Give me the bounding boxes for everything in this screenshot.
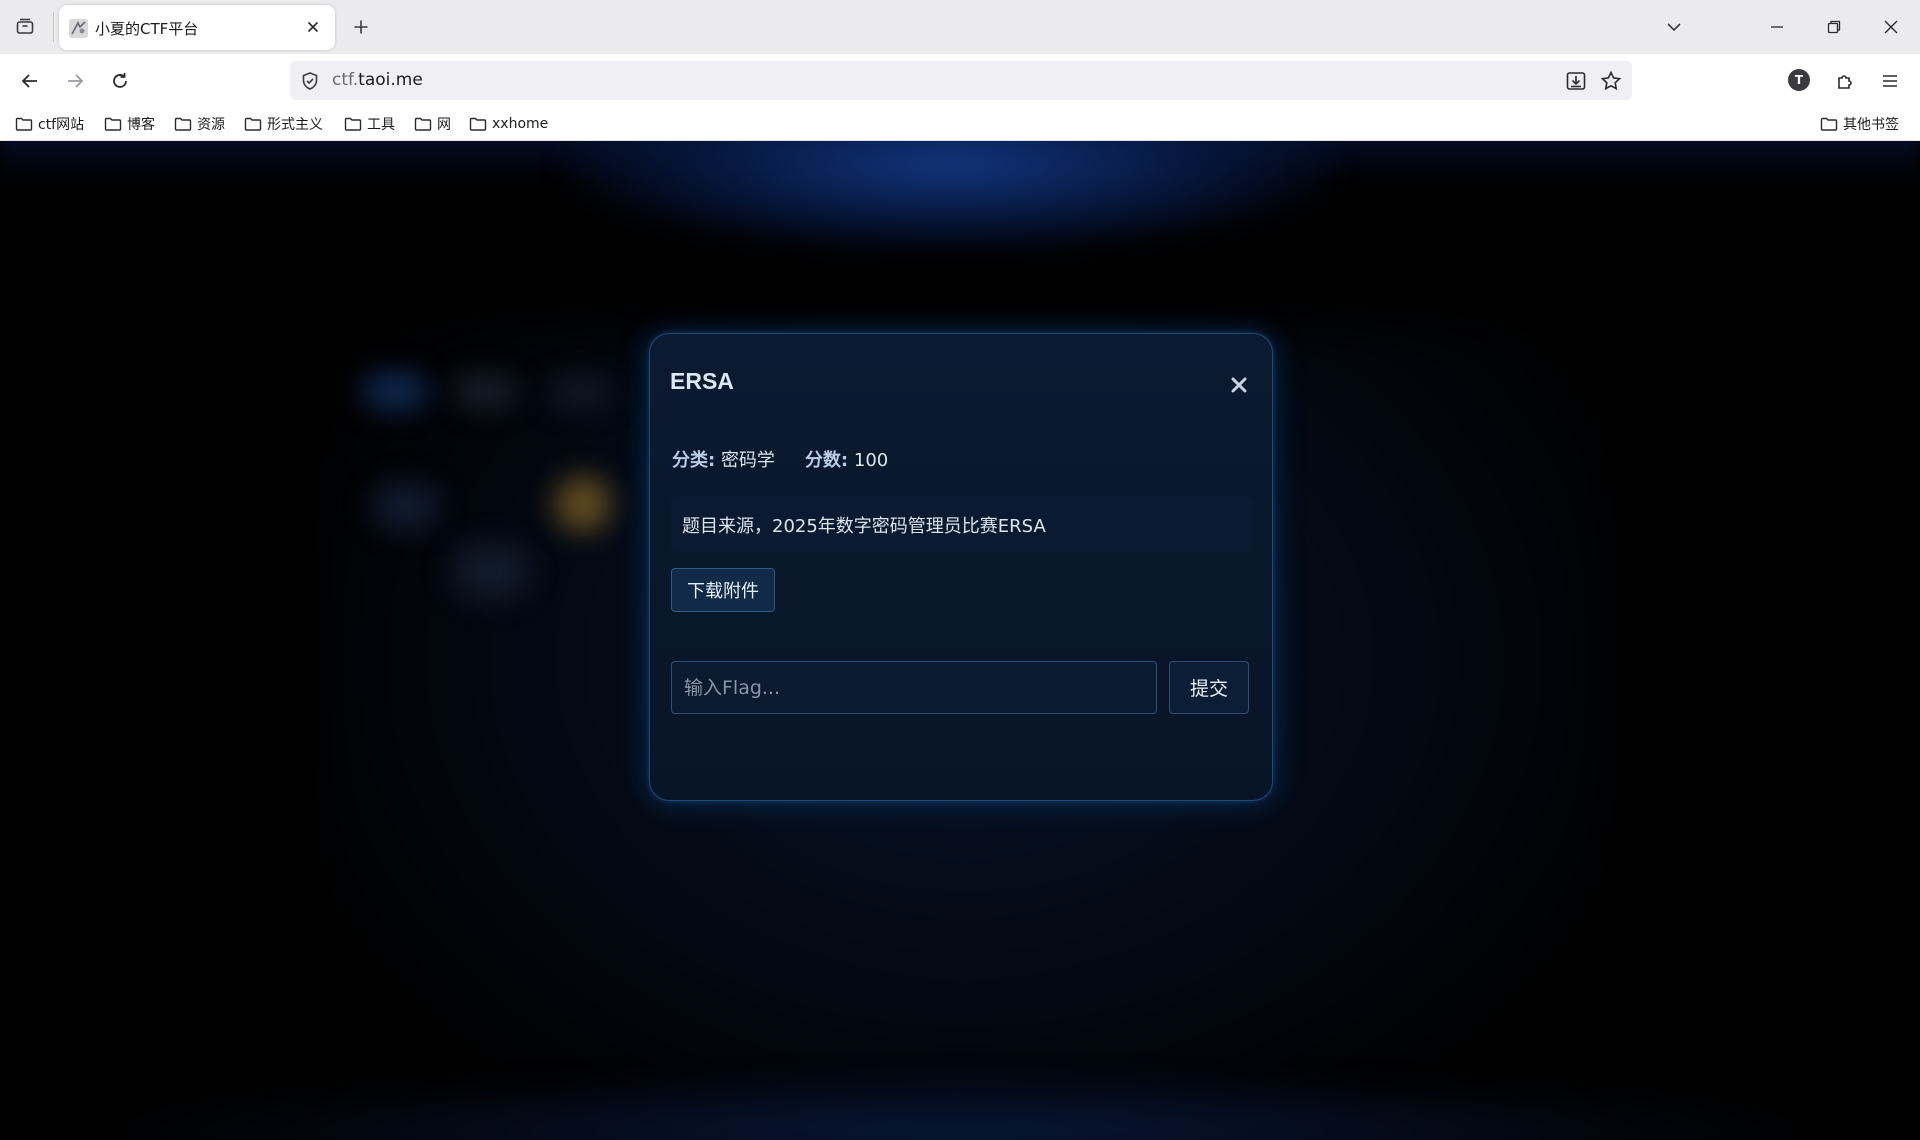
category-info: 分类: 密码学: [672, 446, 775, 472]
challenge-meta: 分类: 密码学 分数: 100: [672, 446, 888, 472]
url-text[interactable]: ctf.taoi.me: [332, 70, 423, 90]
bookmarks-toolbar: ctf网站 博客 资源 形式主义 工具 网 xxhome 其他书签: [0, 107, 1920, 141]
score-label: 分数:: [804, 450, 849, 471]
score-value: 100: [853, 450, 889, 471]
folder-icon: [1820, 117, 1838, 131]
bookmark-folder[interactable]: 网: [414, 114, 451, 134]
tab-list-icon[interactable]: [12, 14, 38, 40]
modal-close-icon[interactable]: [1226, 372, 1252, 398]
folder-icon: [244, 117, 262, 131]
bookmark-folder[interactable]: 资源: [174, 114, 225, 134]
folder-icon: [104, 117, 122, 131]
download-attachment-button[interactable]: 下载附件: [671, 568, 775, 612]
folder-icon: [15, 117, 33, 131]
category-label: 分类:: [672, 450, 716, 471]
bookmark-folder[interactable]: xxhome: [469, 114, 548, 134]
blurred-tab: [450, 373, 520, 409]
bookmark-folder[interactable]: 博客: [104, 114, 155, 134]
tab-title: 小夏的CTF平台: [95, 20, 199, 38]
account-avatar[interactable]: T: [1788, 69, 1810, 91]
extensions-puzzle-icon[interactable]: [1830, 66, 1860, 96]
blurred-card: [450, 541, 530, 601]
tab-bar: 小夏的CTF平台: [0, 0, 1920, 54]
blurred-card: [370, 481, 440, 531]
new-tab-icon[interactable]: [348, 14, 374, 40]
tab-overflow-chevron-down-icon[interactable]: [1659, 12, 1689, 42]
tab-separator: [53, 12, 54, 42]
site-favicon-icon: [69, 19, 88, 38]
forward-arrow-icon[interactable]: [60, 66, 90, 96]
bookmark-folder[interactable]: 工具: [344, 114, 395, 134]
address-bar[interactable]: ctf.taoi.me: [290, 61, 1632, 100]
minimize-icon[interactable]: [1762, 12, 1792, 42]
folder-icon: [344, 117, 362, 131]
bookmark-folder[interactable]: ctf网站: [15, 114, 84, 134]
navigation-toolbar: ctf.taoi.me T: [0, 54, 1920, 107]
folder-icon: [174, 117, 192, 131]
challenge-modal: ERSA 分类: 密码学 分数: 100 题目来源，2025年数字密码管理员比赛…: [649, 333, 1273, 801]
blurred-header-glow: [560, 141, 1340, 251]
reload-icon[interactable]: [105, 66, 135, 96]
other-bookmarks-folder[interactable]: 其他书签: [1820, 114, 1899, 134]
bookmark-star-icon[interactable]: [1599, 69, 1623, 93]
flag-input[interactable]: [671, 661, 1157, 714]
category-value: 密码学: [720, 450, 775, 471]
submit-flag-button[interactable]: 提交: [1169, 661, 1249, 714]
tab-active[interactable]: 小夏的CTF平台: [59, 5, 335, 50]
menu-hamburger-icon[interactable]: [1875, 66, 1905, 96]
challenge-description: 题目来源，2025年数字密码管理员比赛ERSA: [670, 497, 1252, 551]
blurred-badge: [555, 476, 611, 532]
tracking-shield-icon[interactable]: [298, 69, 322, 93]
window-close-icon[interactable]: [1876, 12, 1906, 42]
tab-close-icon[interactable]: [303, 17, 323, 37]
score-info: 分数: 100: [805, 446, 888, 472]
restore-icon[interactable]: [1819, 12, 1849, 42]
save-to-pocket-download-icon[interactable]: [1564, 69, 1588, 93]
back-arrow-icon[interactable]: [15, 66, 45, 96]
folder-icon: [414, 117, 432, 131]
modal-title: ERSA: [670, 368, 734, 394]
bookmark-folder[interactable]: 形式主义: [244, 114, 323, 134]
folder-icon: [469, 117, 487, 131]
blurred-tab: [545, 375, 615, 409]
blurred-tab: [360, 371, 430, 411]
page-viewport: ERSA 分类: 密码学 分数: 100 题目来源，2025年数字密码管理员比赛…: [0, 141, 1920, 1140]
